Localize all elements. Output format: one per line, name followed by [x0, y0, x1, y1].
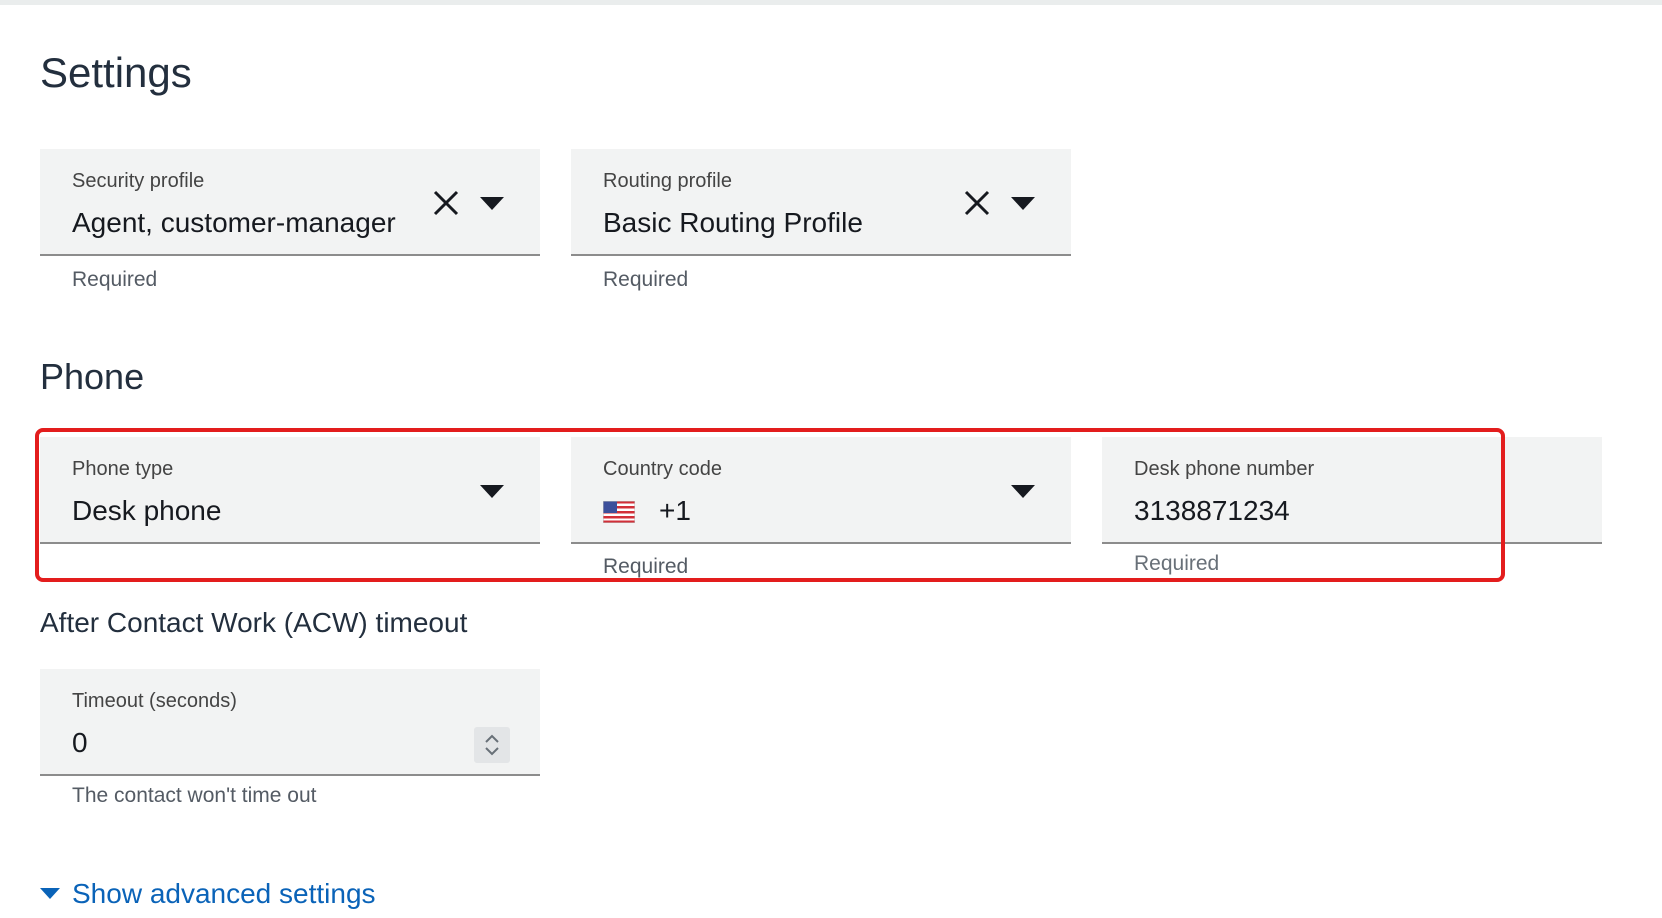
caret-down-icon[interactable] [1011, 485, 1035, 499]
show-advanced-settings-toggle[interactable]: Show advanced settings [40, 880, 376, 908]
timeout-label: Timeout (seconds) [72, 690, 237, 712]
phone-type-label: Phone type [72, 458, 174, 480]
clear-icon[interactable] [963, 189, 991, 217]
timeout-value[interactable]: 0 [72, 729, 88, 757]
security-profile-value: Agent, customer-manager [72, 207, 396, 238]
caret-down-icon [40, 888, 60, 899]
security-profile-hint: Required [72, 268, 158, 291]
number-stepper[interactable] [474, 727, 510, 763]
caret-down-icon[interactable] [480, 197, 504, 211]
phone-section-title: Phone [40, 356, 145, 397]
us-flag-icon [603, 501, 635, 523]
page-title: Settings [40, 49, 192, 96]
routing-profile-label: Routing profile [603, 170, 732, 192]
country-code-label: Country code [603, 458, 722, 480]
country-code-hint: Required [603, 555, 689, 578]
security-profile-select[interactable]: Security profile Agent, customer-manager [40, 149, 540, 256]
routing-profile-hint: Required [603, 268, 689, 291]
desk-phone-number-value[interactable]: 3138871234 [1134, 497, 1290, 525]
routing-profile-value: Basic Routing Profile [603, 207, 863, 238]
stepper-arrows-icon [485, 734, 499, 756]
caret-down-icon[interactable] [480, 485, 504, 499]
show-advanced-settings-label[interactable]: Show advanced settings [72, 880, 376, 908]
phone-type-select[interactable]: Phone type Desk phone [40, 437, 540, 544]
top-border [0, 0, 1662, 5]
clear-icon[interactable] [432, 189, 460, 217]
country-code-value: +1 [659, 495, 691, 526]
country-code-select[interactable]: Country code +1 [571, 437, 1071, 544]
desk-phone-number-label: Desk phone number [1134, 458, 1315, 480]
desk-phone-number-hint: Required [1134, 552, 1220, 575]
timeout-hint: The contact won't time out [72, 784, 317, 807]
phone-type-value: Desk phone [72, 495, 222, 526]
desk-phone-number-input[interactable]: Desk phone number 3138871234 [1102, 437, 1602, 544]
routing-profile-select[interactable]: Routing profile Basic Routing Profile [571, 149, 1071, 256]
security-profile-label: Security profile [72, 170, 205, 192]
caret-down-icon[interactable] [1011, 197, 1035, 211]
timeout-input[interactable]: Timeout (seconds) 0 [40, 669, 540, 776]
acw-section-title: After Contact Work (ACW) timeout [40, 607, 468, 638]
